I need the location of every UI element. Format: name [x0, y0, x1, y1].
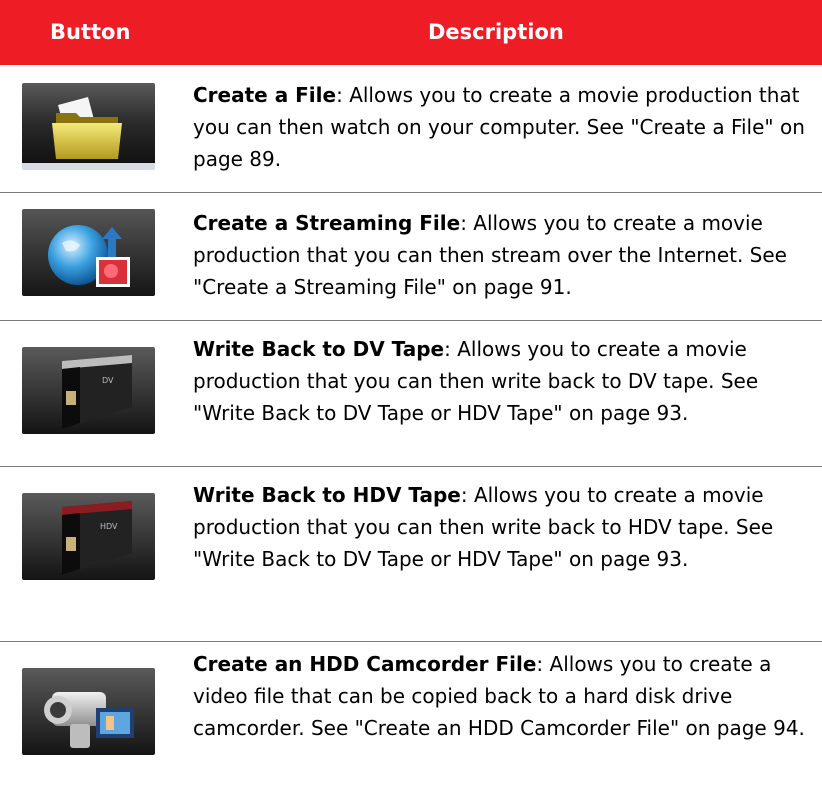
folder-icon	[22, 83, 155, 170]
table-row: DV Write Back to DV Tape: Allows you to …	[0, 321, 822, 448]
row-title: Write Back to HDV Tape	[193, 483, 461, 507]
row-description: Create a Streaming File: Allows you to c…	[193, 207, 808, 303]
globe-streaming-icon	[22, 209, 155, 296]
row-description: Write Back to DV Tape: Allows you to cre…	[193, 333, 808, 429]
table-header: Button Description	[0, 0, 822, 65]
svg-text:HDV: HDV	[100, 522, 118, 531]
description-column-header: Description	[428, 20, 564, 44]
row-description: Write Back to HDV Tape: Allows you to cr…	[193, 479, 808, 575]
table-row: Create an HDD Camcorder File: Allows you…	[0, 642, 822, 795]
hdv-tape-icon: HDV	[22, 493, 155, 580]
dv-tape-icon: DV	[22, 347, 155, 434]
table-row: HDV Write Back to HDV Tape: Allows you t…	[0, 467, 822, 613]
table-row: Create a File: Allows you to create a mo…	[0, 65, 822, 192]
table-row: Create a Streaming File: Allows you to c…	[0, 193, 822, 320]
svg-text:DV: DV	[102, 376, 114, 385]
row-description: Create a File: Allows you to create a mo…	[193, 79, 808, 175]
row-description: Create an HDD Camcorder File: Allows you…	[193, 648, 808, 744]
row-title: Create a Streaming File	[193, 211, 461, 235]
camcorder-icon	[22, 668, 155, 755]
row-title: Write Back to DV Tape	[193, 337, 445, 361]
row-title: Create a File	[193, 83, 337, 107]
button-column-header: Button	[50, 20, 131, 44]
row-title: Create an HDD Camcorder File	[193, 652, 537, 676]
